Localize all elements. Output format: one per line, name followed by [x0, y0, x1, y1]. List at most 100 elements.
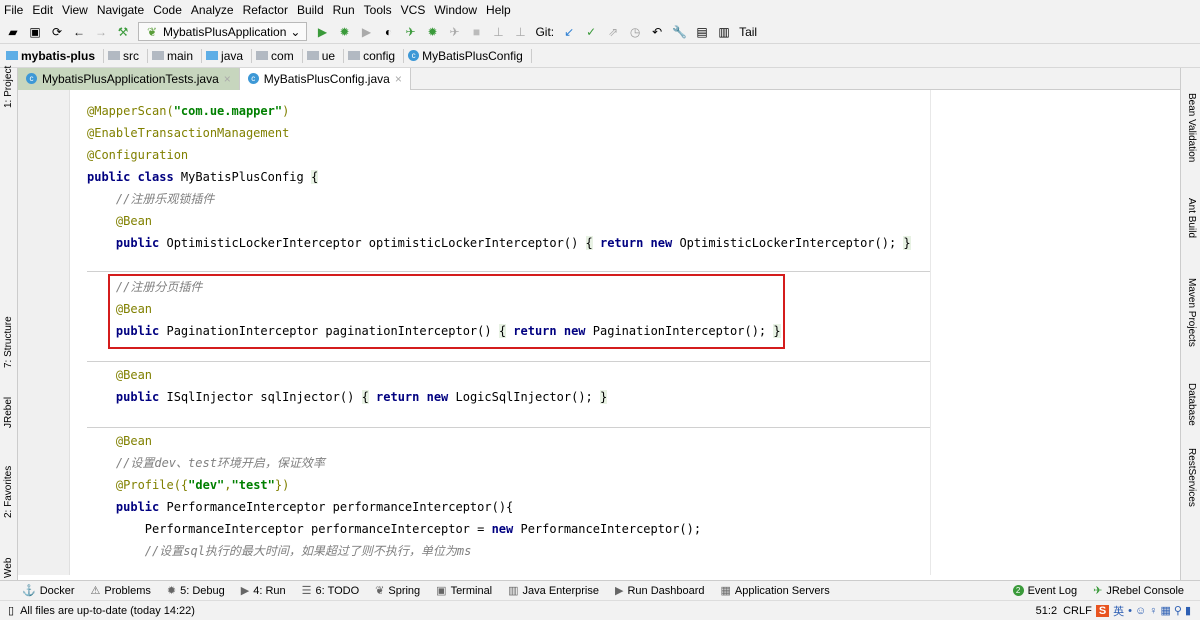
tool-window-restservices[interactable]: RestServices [1186, 448, 1197, 507]
back-icon[interactable]: ← [72, 25, 86, 39]
ime-tools-icon[interactable]: •☺♀▦⚲▮ [1128, 604, 1194, 617]
breadcrumb-item[interactable]: mybatis-plus [6, 48, 105, 63]
code-line: 21@Configuration [70, 144, 1180, 166]
tool-window-eventlog[interactable]: 2 Event Log [1012, 585, 1077, 597]
tool-window-structure[interactable]: 7: Structure [3, 316, 14, 368]
tab-inactive[interactable]: c MybatisPlusApplicationTests.java × [18, 67, 240, 90]
code-token: public [87, 500, 167, 514]
debug-icon[interactable]: ✹ [337, 25, 351, 39]
folder-icon [256, 51, 269, 60]
tool-window-jrebelconsole[interactable]: ✈ JRebel Console [1093, 584, 1184, 598]
breadcrumb-item[interactable]: c MyBatisPlusConfig [408, 48, 532, 63]
breadcrumb-item[interactable]: main [152, 48, 203, 63]
tool-window-todo[interactable]: ☰ 6: TODO [302, 584, 359, 598]
menu-item-edit[interactable]: Edit [32, 3, 53, 17]
git-update-icon[interactable]: ↙ [562, 25, 576, 39]
tool-window-run[interactable]: ▶ 4: Run [241, 584, 286, 598]
save-icon[interactable]: ▣ [28, 25, 42, 39]
deploy-icon[interactable]: ⊥ [513, 25, 527, 39]
menu-item-file[interactable]: File [4, 3, 23, 17]
class-icon: c [26, 73, 37, 84]
tool-window-antbuild[interactable]: Ant Build [1186, 198, 1197, 238]
tool-window-applicationservers[interactable]: ▦ Application Servers [721, 584, 830, 598]
cursor-position[interactable]: 51:2 [1036, 605, 1057, 617]
code-token: //设置sql执行的最大时间，如果超过了则不执行，单位为ms [87, 544, 472, 558]
menu-item-code[interactable]: Code [153, 3, 182, 17]
code-line: 42 @Profile({"dev","test"}) [70, 474, 1180, 496]
tab-active[interactable]: c MyBatisPlusConfig.java × [239, 67, 411, 90]
forward-icon[interactable]: → [94, 25, 108, 39]
tool-window-database[interactable]: Database [1186, 383, 1197, 426]
tail-button[interactable]: Tail [739, 25, 757, 39]
tool-window-spring[interactable]: ❦ Spring [375, 584, 420, 598]
tool-window-favorites[interactable]: 2: Favorites [3, 466, 14, 518]
menu-item-tools[interactable]: Tools [364, 3, 392, 17]
profile-icon[interactable]: ◐ [381, 25, 395, 39]
close-icon[interactable]: × [395, 72, 402, 86]
sync-icon[interactable]: ⟳ [50, 25, 64, 39]
line-separator[interactable]: CRLF [1063, 605, 1092, 617]
settings-wrench-icon[interactable]: 🔧 [672, 25, 687, 39]
menu-item-navigate[interactable]: Navigate [97, 3, 144, 17]
revert-icon[interactable]: ↶ [650, 25, 664, 39]
code-token: LogicSqlInjector(); [455, 390, 600, 404]
tool-window-jrebel[interactable]: JRebel [3, 397, 14, 428]
tool-window-docker[interactable]: ⚓ Docker [22, 584, 75, 598]
run-configuration-select[interactable]: ❦ MybatisPlusApplication ⌄ [138, 22, 308, 41]
ime-language[interactable]: 英 [1113, 603, 1124, 619]
jrebel-run-icon[interactable]: ✈ [403, 25, 417, 39]
tool-window-rundashboard[interactable]: ▶ Run Dashboard [615, 584, 705, 598]
menu-item-help[interactable]: Help [486, 3, 511, 17]
tool-window-terminal[interactable]: ▣ Terminal [436, 584, 492, 598]
code-token: return new [368, 390, 456, 404]
breadcrumb-item[interactable]: java [206, 48, 253, 63]
tool-window-label: 4: Run [253, 584, 286, 597]
tool-window-beanvalidation[interactable]: Bean Validation [1186, 93, 1197, 162]
code-token: @Configuration [87, 148, 189, 162]
breadcrumb-item[interactable]: src [108, 48, 149, 63]
menu-item-window[interactable]: Window [434, 3, 477, 17]
breadcrumb-label: com [271, 48, 294, 63]
menu-item-view[interactable]: View [62, 3, 88, 17]
tool-window-problems[interactable]: ⚠ Problems [91, 584, 151, 598]
menu-item-run[interactable]: Run [333, 3, 355, 17]
breadcrumb-item[interactable]: config [348, 48, 405, 63]
breadcrumb-item[interactable]: ue [306, 48, 345, 63]
menu-item-vcs[interactable]: VCS [401, 3, 426, 17]
code-token: OptimisticLockerInterceptor(); [679, 236, 904, 250]
jrebel-debug-icon[interactable]: ✹ [425, 25, 439, 39]
git-compare-icon[interactable]: ⇗ [606, 25, 620, 39]
breadcrumb-label: java [221, 48, 244, 63]
tool-window-javaenterprise[interactable]: ▥ Java Enterprise [508, 584, 599, 598]
project-structure-icon[interactable]: ▤ [695, 25, 709, 39]
tool-window-mavenprojects[interactable]: Maven Projects [1186, 278, 1197, 347]
tool-window-bar: ⚓ Docker ⚠ Problems ✹ 5: Debug ▶ 4: Run ☰ 6: TODO… [0, 580, 1200, 600]
code-line: 45 //设置sql执行的最大时间，如果超过了则不执行，单位为ms [70, 540, 1180, 562]
code-line: 41 //设置dev、test环境开启，保证效率 [70, 452, 1180, 474]
attach-icon[interactable]: ⊥ [491, 25, 505, 39]
jrebel-icon[interactable]: ✈ [447, 25, 461, 39]
jrebel-icon: ✈ [1093, 585, 1103, 597]
open-folder-icon[interactable]: ▰ [6, 25, 20, 39]
code-editor[interactable]: 19@MapperScan("com.ue.mapper")20@EnableT… [70, 90, 1180, 575]
stop-icon[interactable]: ■ [469, 25, 483, 39]
tab-label: MyBatisPlusConfig.java [263, 71, 390, 86]
menu-item-analyze[interactable]: Analyze [191, 3, 234, 17]
debug-icon: ✹ [166, 585, 177, 597]
tail-icon[interactable]: ▥ [717, 25, 731, 39]
tool-window-web[interactable]: Web [3, 558, 14, 578]
history-icon[interactable]: ◷ [628, 25, 642, 39]
editor-tabs: c MybatisPlusApplicationTests.java × c MyBat… [18, 67, 1180, 90]
build-hammer-icon[interactable]: ⚒ [116, 25, 130, 39]
tool-window-project[interactable]: 1: Project [3, 66, 14, 108]
folder-icon [348, 51, 361, 60]
run-icon[interactable]: ▶ [315, 25, 329, 39]
breadcrumb-item[interactable]: com [256, 48, 303, 63]
tool-window-debug[interactable]: ✹ 5: Debug [166, 584, 225, 598]
coverage-icon[interactable]: ▶ [359, 25, 373, 39]
code-text: public OptimisticLockerInterceptor optim… [87, 232, 911, 254]
menu-item-refactor[interactable]: Refactor [243, 3, 288, 17]
git-commit-icon[interactable]: ✓ [584, 25, 598, 39]
close-icon[interactable]: × [224, 72, 231, 86]
menu-item-build[interactable]: Build [297, 3, 324, 17]
